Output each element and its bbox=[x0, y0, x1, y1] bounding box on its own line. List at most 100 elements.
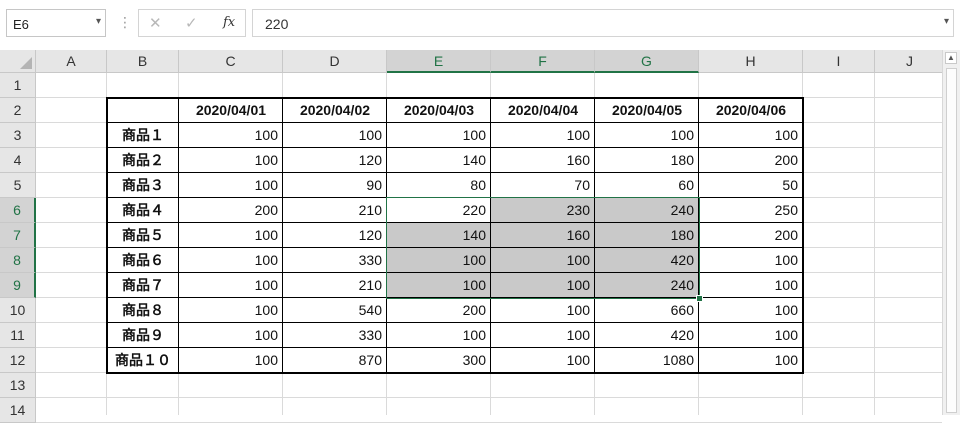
table-cell[interactable]: 60 bbox=[595, 173, 699, 198]
column-header-d[interactable]: D bbox=[283, 50, 387, 73]
table-cell[interactable]: 100 bbox=[179, 273, 283, 298]
product-label-cell[interactable]: 商品３ bbox=[107, 173, 179, 198]
date-header-cell[interactable]: 2020/04/06 bbox=[699, 98, 803, 123]
date-header-cell[interactable]: 2020/04/02 bbox=[283, 98, 387, 123]
table-cell[interactable]: 100 bbox=[491, 123, 595, 148]
row-header-5[interactable]: 5 bbox=[0, 173, 36, 198]
column-header-j[interactable]: J bbox=[875, 50, 945, 73]
row-header-9[interactable]: 9 bbox=[0, 273, 36, 298]
table-cell[interactable]: 100 bbox=[699, 323, 803, 348]
table-cell[interactable]: 160 bbox=[491, 223, 595, 248]
column-header-a[interactable]: A bbox=[36, 50, 107, 73]
expand-formula-icon[interactable]: ▾ bbox=[944, 16, 949, 27]
table-cell[interactable]: 1080 bbox=[595, 348, 699, 373]
table-cell[interactable]: 240 bbox=[595, 273, 699, 298]
table-cell[interactable]: 100 bbox=[179, 123, 283, 148]
table-cell[interactable]: 870 bbox=[283, 348, 387, 373]
enter-icon[interactable]: ✓ bbox=[185, 14, 198, 32]
table-cell[interactable]: 100 bbox=[699, 298, 803, 323]
table-cell[interactable]: 100 bbox=[179, 323, 283, 348]
product-label-cell[interactable]: 商品１ bbox=[107, 123, 179, 148]
table-cell[interactable]: 100 bbox=[179, 173, 283, 198]
row-header-3[interactable]: 3 bbox=[0, 123, 36, 148]
table-cell[interactable]: 100 bbox=[387, 323, 491, 348]
date-header-cell[interactable]: 2020/04/04 bbox=[491, 98, 595, 123]
column-header-c[interactable]: C bbox=[179, 50, 283, 73]
table-cell[interactable]: 330 bbox=[283, 248, 387, 273]
table-cell[interactable]: 100 bbox=[179, 148, 283, 173]
table-cell[interactable]: 120 bbox=[283, 223, 387, 248]
table-cell[interactable]: 100 bbox=[491, 298, 595, 323]
row-header-4[interactable]: 4 bbox=[0, 148, 36, 173]
table-cell[interactable]: 200 bbox=[179, 198, 283, 223]
table-cell[interactable]: 300 bbox=[387, 348, 491, 373]
column-header-e[interactable]: E bbox=[387, 50, 491, 73]
date-header-cell[interactable]: 2020/04/05 bbox=[595, 98, 699, 123]
name-box[interactable]: E6 ▾ bbox=[6, 9, 106, 37]
table-cell[interactable]: 120 bbox=[283, 148, 387, 173]
table-cell[interactable]: 330 bbox=[283, 323, 387, 348]
insert-function-icon[interactable]: fx bbox=[223, 15, 235, 30]
table-cell[interactable]: 100 bbox=[595, 123, 699, 148]
table-cell[interactable]: 100 bbox=[179, 248, 283, 273]
table-cell[interactable]: 90 bbox=[283, 173, 387, 198]
table-cell[interactable]: 100 bbox=[283, 123, 387, 148]
table-cell[interactable]: 140 bbox=[387, 223, 491, 248]
table-cell[interactable]: 540 bbox=[283, 298, 387, 323]
row-header-10[interactable]: 10 bbox=[0, 298, 36, 323]
table-cell[interactable]: 100 bbox=[179, 348, 283, 373]
row-header-1[interactable]: 1 bbox=[0, 73, 36, 98]
table-cell[interactable]: 660 bbox=[595, 298, 699, 323]
cancel-icon[interactable]: ✕ bbox=[149, 14, 162, 32]
table-cell[interactable]: 100 bbox=[387, 273, 491, 298]
table-cell[interactable]: 100 bbox=[699, 123, 803, 148]
product-label-cell[interactable]: 商品７ bbox=[107, 273, 179, 298]
product-label-cell[interactable]: 商品１０ bbox=[107, 348, 179, 373]
table-cell[interactable]: 200 bbox=[699, 223, 803, 248]
row-header-14[interactable]: 14 bbox=[0, 398, 36, 423]
table-cell[interactable]: 100 bbox=[179, 223, 283, 248]
table-cell[interactable]: 80 bbox=[387, 173, 491, 198]
table-cell[interactable]: 100 bbox=[699, 348, 803, 373]
table-cell[interactable]: 220 bbox=[387, 198, 491, 223]
table-cell[interactable]: 180 bbox=[595, 148, 699, 173]
table-cell[interactable]: 230 bbox=[491, 198, 595, 223]
select-all-corner[interactable] bbox=[0, 50, 36, 73]
chevron-down-icon[interactable]: ▾ bbox=[96, 16, 101, 27]
table-cell[interactable]: 100 bbox=[491, 248, 595, 273]
scroll-up-icon[interactable]: ▲ bbox=[945, 52, 957, 64]
row-header-8[interactable]: 8 bbox=[0, 248, 36, 273]
column-header-b[interactable]: B bbox=[107, 50, 179, 73]
row-header-2[interactable]: 2 bbox=[0, 98, 36, 123]
row-header-6[interactable]: 6 bbox=[0, 198, 36, 223]
column-header-f[interactable]: F bbox=[491, 50, 595, 73]
table-cell[interactable]: 210 bbox=[283, 273, 387, 298]
table-cell[interactable]: 250 bbox=[699, 198, 803, 223]
table-cell[interactable]: 100 bbox=[387, 248, 491, 273]
vertical-scrollbar[interactable]: ▲ bbox=[942, 50, 960, 415]
table-cell[interactable]: 240 bbox=[595, 198, 699, 223]
table-cell[interactable]: 100 bbox=[491, 348, 595, 373]
product-label-cell[interactable]: 商品４ bbox=[107, 198, 179, 223]
row-header-12[interactable]: 12 bbox=[0, 348, 36, 373]
product-label-cell[interactable]: 商品８ bbox=[107, 298, 179, 323]
date-header-cell[interactable]: 2020/04/03 bbox=[387, 98, 491, 123]
table-cell[interactable]: 200 bbox=[387, 298, 491, 323]
fill-handle[interactable] bbox=[696, 295, 703, 302]
column-header-i[interactable]: I bbox=[803, 50, 875, 73]
table-cell[interactable]: 200 bbox=[699, 148, 803, 173]
table-corner-cell[interactable] bbox=[107, 98, 179, 123]
table-cell[interactable]: 210 bbox=[283, 198, 387, 223]
product-label-cell[interactable]: 商品２ bbox=[107, 148, 179, 173]
table-cell[interactable]: 140 bbox=[387, 148, 491, 173]
formula-input[interactable]: 220 ▾ bbox=[252, 9, 954, 37]
table-cell[interactable]: 420 bbox=[595, 323, 699, 348]
table-cell[interactable]: 100 bbox=[699, 273, 803, 298]
table-cell[interactable]: 100 bbox=[699, 248, 803, 273]
row-header-11[interactable]: 11 bbox=[0, 323, 36, 348]
column-header-g[interactable]: G bbox=[595, 50, 699, 73]
date-header-cell[interactable]: 2020/04/01 bbox=[179, 98, 283, 123]
product-label-cell[interactable]: 商品５ bbox=[107, 223, 179, 248]
table-cell[interactable]: 70 bbox=[491, 173, 595, 198]
column-header-h[interactable]: H bbox=[699, 50, 803, 73]
